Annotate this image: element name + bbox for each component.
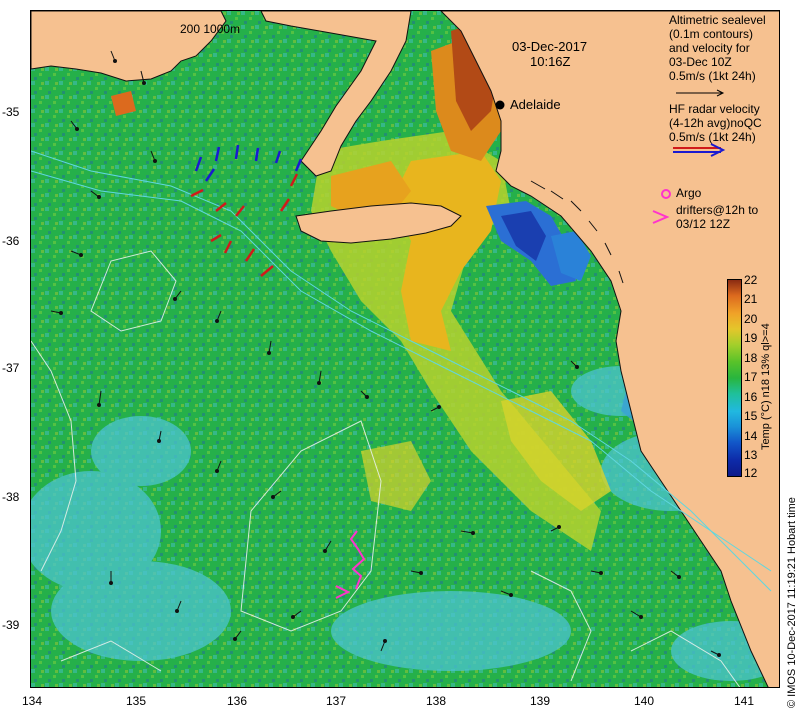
colorbar-tick: 19 [744, 331, 758, 345]
lat-tick--38: -38 [2, 490, 20, 504]
temperature-colorbar [727, 279, 742, 477]
city-label: Adelaide [510, 97, 561, 112]
legend-drifters-line: drifters@12h to [676, 203, 759, 217]
legend-drifters-line: 03/12 12Z [676, 217, 731, 231]
lat-tick--35: -35 [2, 105, 20, 119]
colorbar-tick: 20 [744, 312, 758, 326]
colorbar-tick: 15 [744, 409, 758, 423]
legend-altimetric-line: Altimetric sealevel [669, 13, 766, 27]
lat-tick--37: -37 [2, 361, 20, 375]
map-time: 10:16Z [530, 54, 571, 69]
lon-tick-138: 138 [425, 694, 447, 708]
colorbar-label: Temp (°C) n18 13% ql>=4 [760, 323, 772, 450]
legend-hf-radar-line: 0.5m/s (1kt 24h) [669, 130, 756, 144]
colorbar-tick: 16 [744, 390, 758, 404]
legend-altimetric-line: and velocity for [669, 41, 750, 55]
legend-altimetric-line: 0.5m/s (1kt 24h) [669, 69, 756, 83]
colorbar-tick: 17 [744, 370, 758, 384]
colorbar-tick: 12 [744, 466, 758, 480]
lat-tick--36: -36 [2, 234, 20, 248]
sst-map: 200 1000m 03-Dec-2017 10:16Z Adelaide Al… [30, 10, 780, 688]
colorbar-tick: 21 [744, 292, 758, 306]
colorbar-tick: 13 [744, 448, 758, 462]
lon-tick-139: 139 [529, 694, 551, 708]
map-date: 03-Dec-2017 [512, 39, 588, 54]
lon-tick-135: 135 [125, 694, 147, 708]
colorbar-tick: 22 [744, 273, 758, 287]
legend-hf-radar-line: (4-12h avg)noQC [669, 116, 762, 130]
legend-argo-label: Argo [676, 186, 702, 200]
adelaide-marker-icon [495, 100, 505, 110]
lon-tick-140: 140 [633, 694, 655, 708]
colorbar-tick: 18 [744, 351, 758, 365]
scale-label: 200 1000m [180, 22, 241, 36]
lon-tick-136: 136 [226, 694, 248, 708]
colorbar-tick: 14 [744, 429, 758, 443]
lon-tick-134: 134 [21, 694, 43, 708]
lon-tick-141: 141 [733, 694, 755, 708]
legend-altimetric-line: 03-Dec 10Z [669, 55, 732, 69]
footer-credit: © IMOS 10-Dec-2017 11:19:21 Hobart time [786, 497, 798, 708]
sst-map-canvas [31, 11, 779, 687]
lat-tick--39: -39 [2, 618, 20, 632]
lon-tick-137: 137 [325, 694, 347, 708]
legend-altimetric-line: (0.1m contours) [669, 27, 754, 41]
legend-hf-radar-line: HF radar velocity [669, 102, 760, 116]
